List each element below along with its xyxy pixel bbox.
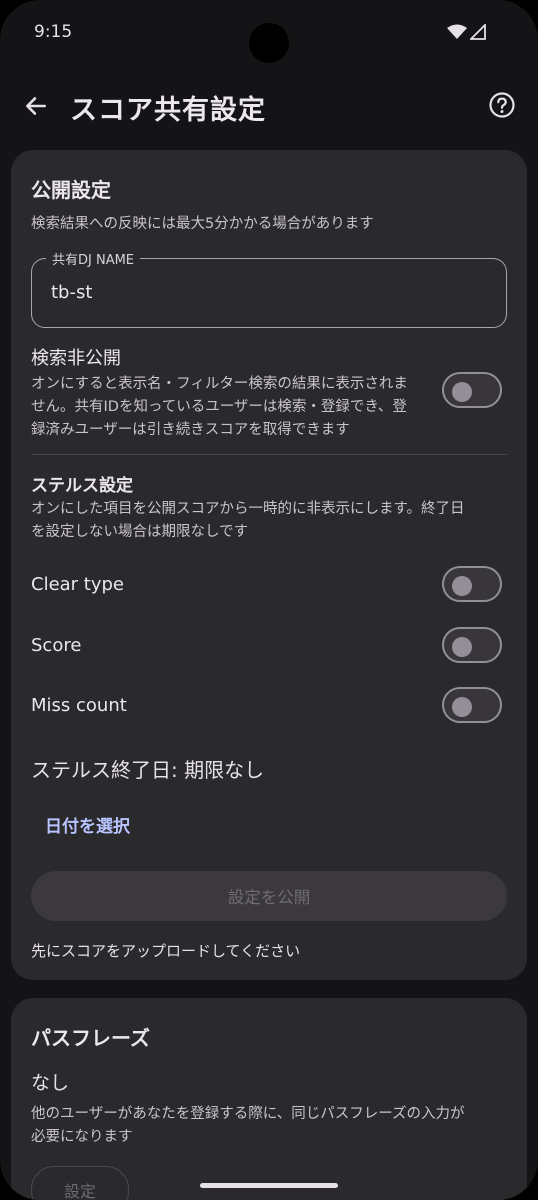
stealth-score-toggle[interactable] <box>442 627 502 663</box>
public-settings-hint: 検索結果への反映には最大5分かかる場合があります <box>31 216 374 232</box>
search-private-toggle[interactable] <box>442 372 502 408</box>
search-private-description: オンにすると表示名・フィルター検索の結果に表示されま せん。共有IDを知っている… <box>31 376 408 438</box>
stealth-title: ステルス設定 <box>31 476 133 496</box>
divider <box>31 454 507 455</box>
toggle-knob <box>452 576 472 596</box>
search-private-title: 検索非公開 <box>31 348 121 369</box>
select-date-button[interactable]: 日付を選択 <box>45 812 130 837</box>
signal-icon <box>470 24 486 40</box>
status-time: 9:15 <box>34 22 73 42</box>
dj-name-value[interactable]: tb-st <box>51 282 92 303</box>
toggle-knob <box>452 697 472 717</box>
stealth-miss-count-toggle[interactable] <box>442 687 502 723</box>
passphrase-description: 他のユーザーがあなたを登録する際に、同じパスフレーズの入力が 必要になります <box>31 1106 465 1145</box>
dj-name-field[interactable]: 共有DJ NAME tb-st <box>31 249 507 328</box>
set-passphrase-button[interactable]: 設定 <box>31 1166 129 1200</box>
camera-cutout <box>249 23 289 63</box>
help-button[interactable] <box>488 91 516 119</box>
stealth-item-clear-type-label: Clear type <box>31 574 125 595</box>
public-settings-title: 公開設定 <box>31 178 111 202</box>
toggle-knob <box>452 637 472 657</box>
upload-note: 先にスコアをアップロードしてください <box>31 942 301 960</box>
arrow-left-icon <box>26 97 46 115</box>
page-title: スコア共有設定 <box>70 95 266 126</box>
back-button[interactable] <box>20 90 52 122</box>
stealth-description: オンにした項目を公開スコアから一時的に非表示にします。終了日 を設定しない場合は… <box>31 501 465 540</box>
passphrase-title: パスフレーズ <box>31 1026 150 1050</box>
publish-settings-button[interactable]: 設定を公開 <box>31 871 507 921</box>
help-circle-icon <box>489 92 515 118</box>
stealth-end-date: ステルス終了日: 期限なし <box>31 758 265 782</box>
stealth-clear-type-toggle[interactable] <box>442 566 502 602</box>
stealth-item-miss-count-label: Miss count <box>31 695 127 716</box>
status-icons <box>447 24 486 40</box>
passphrase-card: パスフレーズ なし 他のユーザーがあなたを登録する際に、同じパスフレーズの入力が… <box>11 998 527 1200</box>
toggle-knob <box>452 382 472 402</box>
wifi-icon <box>447 24 467 39</box>
home-indicator[interactable] <box>200 1183 338 1188</box>
app-screen: 9:15 スコア共有設定 公開設定 検索結果への反映には最大5分かかる場合があり… <box>0 0 538 1200</box>
stealth-item-score-label: Score <box>31 635 82 656</box>
passphrase-value: なし <box>31 1072 70 1094</box>
public-settings-card: 公開設定 検索結果への反映には最大5分かかる場合があります 共有DJ NAME … <box>11 150 527 980</box>
dj-name-label: 共有DJ NAME <box>46 249 141 268</box>
